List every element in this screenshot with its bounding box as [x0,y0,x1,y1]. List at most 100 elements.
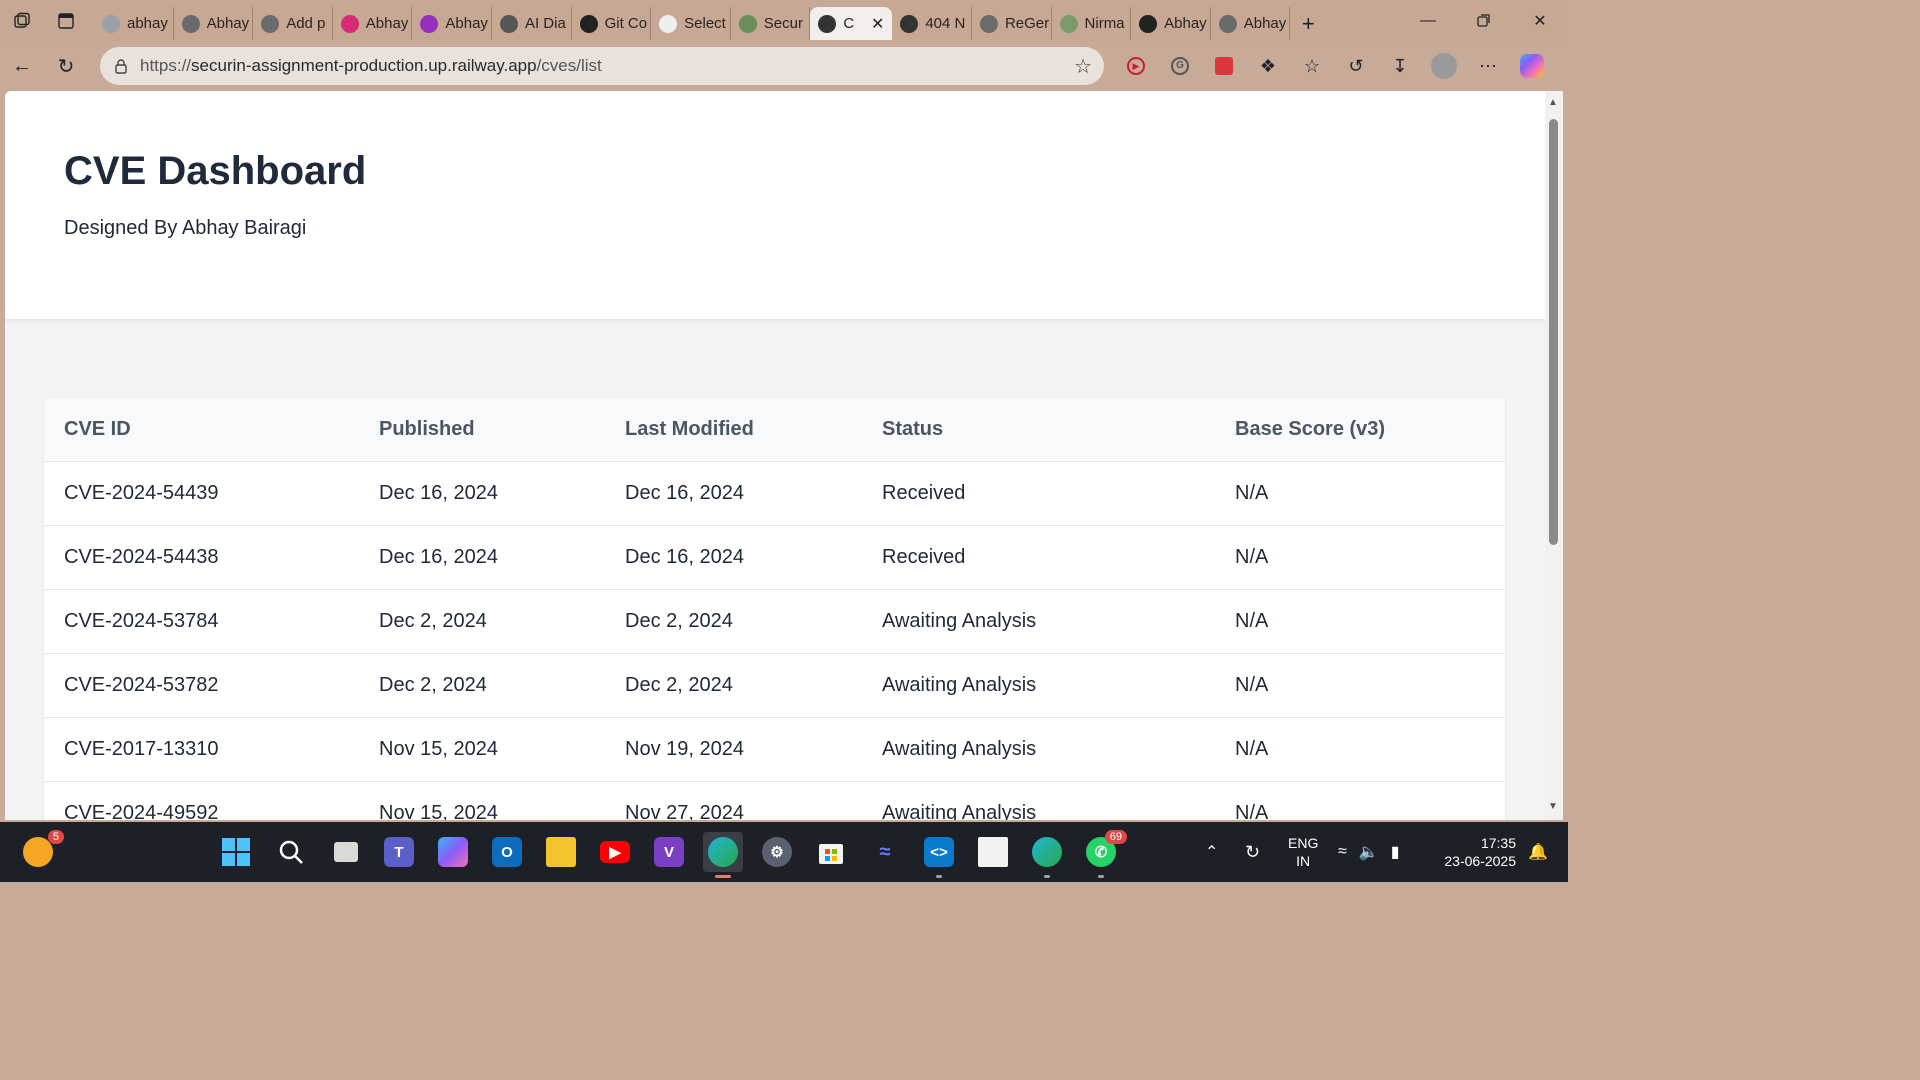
column-header: Base Score (v3) [1215,398,1505,462]
new-tab-button[interactable]: + [1290,7,1326,40]
tab-3[interactable]: Abhay [333,7,413,40]
workspaces-icon[interactable] [0,0,44,41]
tab-title: C [843,15,855,32]
tab-title: Select [684,15,726,32]
edge-profile-icon[interactable] [1027,832,1067,878]
tab-12[interactable]: Nirma [1052,7,1132,40]
window-controls: — ✕ [1400,0,1568,41]
whatsapp-icon[interactable]: ✆ 69 [1081,830,1127,878]
page-scrollbar[interactable]: ▲ ▼ [1545,91,1563,820]
extensions-puzzle-icon[interactable]: ❖ [1246,49,1290,83]
downloads-icon[interactable]: ↧ [1378,49,1422,83]
tab-7[interactable]: Select [651,7,731,40]
profile-avatar[interactable] [1422,49,1466,83]
favorites-icon[interactable]: ☆ [1290,49,1334,83]
show-hidden-icons-icon[interactable]: ⌃ [1205,822,1218,882]
table-row[interactable]: CVE-2024-49592 Nov 15, 2024 Nov 27, 2024 Aw… [44,781,1505,820]
table-cell: Awaiting Analysis [862,589,1215,654]
system-tray[interactable]: ≈ 🔈 ▮ [1338,822,1400,882]
power-automate-icon[interactable]: ≈ [865,832,905,872]
image-icon [1059,14,1078,33]
table-cell: Awaiting Analysis [862,653,1215,718]
media-extension-icon[interactable]: ▶ [1114,49,1158,83]
grammarly-icon[interactable]: G [1158,49,1202,83]
scroll-down-arrow-icon[interactable]: ▼ [1548,801,1558,812]
vscode-icon[interactable]: <> [919,832,959,878]
table-row[interactable]: CVE-2024-53782 Dec 2, 2024 Dec 2, 2024 Awai… [44,653,1505,718]
microsoft-store-icon[interactable] [811,832,851,872]
tab-title: Abhay [1164,15,1207,32]
tab-10[interactable]: 404 N [892,7,972,40]
close-tab-icon[interactable]: ✕ [871,14,884,34]
scrollbar-thumb[interactable] [1549,119,1558,545]
table-cell: Received [862,525,1215,590]
table-cell: Dec 2, 2024 [359,653,605,718]
table-body: CVE-2024-54439 Dec 16, 2024 Dec 16, 2024 Re… [44,461,1505,820]
refresh-button[interactable]: ↻ [44,46,88,86]
address-bar[interactable]: https://securin-assignment-production.up… [100,47,1104,85]
tab-14[interactable]: Abhay [1211,7,1291,40]
edge-browser-icon[interactable] [703,832,743,878]
more-menu-icon[interactable]: ⋯ [1466,49,1510,83]
table-cell: Awaiting Analysis [862,781,1215,820]
table-cell: CVE-2017-13310 [44,717,359,782]
region-code: IN [1296,853,1311,869]
tab-6[interactable]: Git Co [572,7,652,40]
table-cell: Nov 27, 2024 [605,781,862,820]
tab-9[interactable]: C ✕ [810,7,893,40]
table-row[interactable]: CVE-2024-54439 Dec 16, 2024 Dec 16, 2024 Re… [44,461,1505,526]
app-thumbnail-icon[interactable] [973,832,1013,872]
favorite-star-icon[interactable]: ☆ [1074,54,1092,79]
search-icon[interactable] [271,832,311,872]
language-indicator[interactable]: ENG IN [1288,834,1318,870]
restore-icon[interactable] [1456,0,1512,41]
weather-widget[interactable]: 5 [18,830,64,872]
sync-icon[interactable]: ↻ [1245,822,1260,882]
url-path: /cves/list [536,56,602,75]
page-title: CVE Dashboard [64,149,367,193]
vertical-tabs-icon[interactable] [44,0,88,41]
column-header: CVE ID [44,398,359,462]
table-cell: N/A [1215,717,1505,782]
table-cell: Nov 19, 2024 [605,717,862,782]
tab-2[interactable]: Add p [253,7,333,40]
back-button[interactable]: ← [0,46,44,86]
copilot-app-icon[interactable] [433,832,473,872]
tab-1[interactable]: Abhay [174,7,254,40]
start-button[interactable] [216,832,256,872]
tab-4[interactable]: Abhay [412,7,492,40]
file-explorer-icon[interactable] [541,832,581,872]
scroll-up-arrow-icon[interactable]: ▲ [1548,97,1558,108]
browser-toolbar: ← ↻ https://securin-assignment-productio… [0,41,1568,91]
tab-8[interactable]: Secur [731,7,811,40]
table-row[interactable]: CVE-2017-13310 Nov 15, 2024 Nov 19, 2024 Aw… [44,717,1505,782]
tab-11[interactable]: ReGer [972,7,1052,40]
tab-5[interactable]: AI Dia [492,7,572,40]
tab-13[interactable]: Abhay [1131,7,1211,40]
task-view-icon[interactable] [326,832,366,872]
close-window-icon[interactable]: ✕ [1512,0,1568,41]
language-code: ENG [1288,835,1319,851]
table-cell: N/A [1215,461,1505,526]
weather-icon [23,837,53,867]
chatgpt-icon [579,14,598,33]
notifications-icon[interactable]: 🔔 [1528,822,1548,882]
settings-gear-icon[interactable]: ⚙ [757,832,797,872]
adblock-extension-icon[interactable] [1202,49,1246,83]
visual-studio-icon[interactable]: V [649,832,689,872]
url-text[interactable]: https://securin-assignment-production.up… [140,56,602,76]
tab-0[interactable]: abhay [94,7,174,40]
youtube-icon[interactable]: ▶ [595,832,635,872]
table-row[interactable]: CVE-2024-53784 Dec 2, 2024 Dec 2, 2024 Awai… [44,589,1505,654]
table-row[interactable]: CVE-2024-54438 Dec 16, 2024 Dec 16, 2024 Re… [44,525,1505,590]
outlook-icon[interactable]: O [487,832,527,872]
teams-icon[interactable]: T [379,832,419,872]
url-host: securin-assignment-production.up.railway… [191,56,537,75]
minimize-icon[interactable]: — [1400,0,1456,41]
search-icon [102,14,120,33]
table-cell: CVE-2024-53784 [44,589,359,654]
history-icon[interactable]: ↺ [1334,49,1378,83]
copilot-icon[interactable] [1510,49,1554,83]
clock[interactable]: 17:35 23-06-2025 [1438,834,1516,870]
tab-title: Nirma [1084,15,1125,32]
